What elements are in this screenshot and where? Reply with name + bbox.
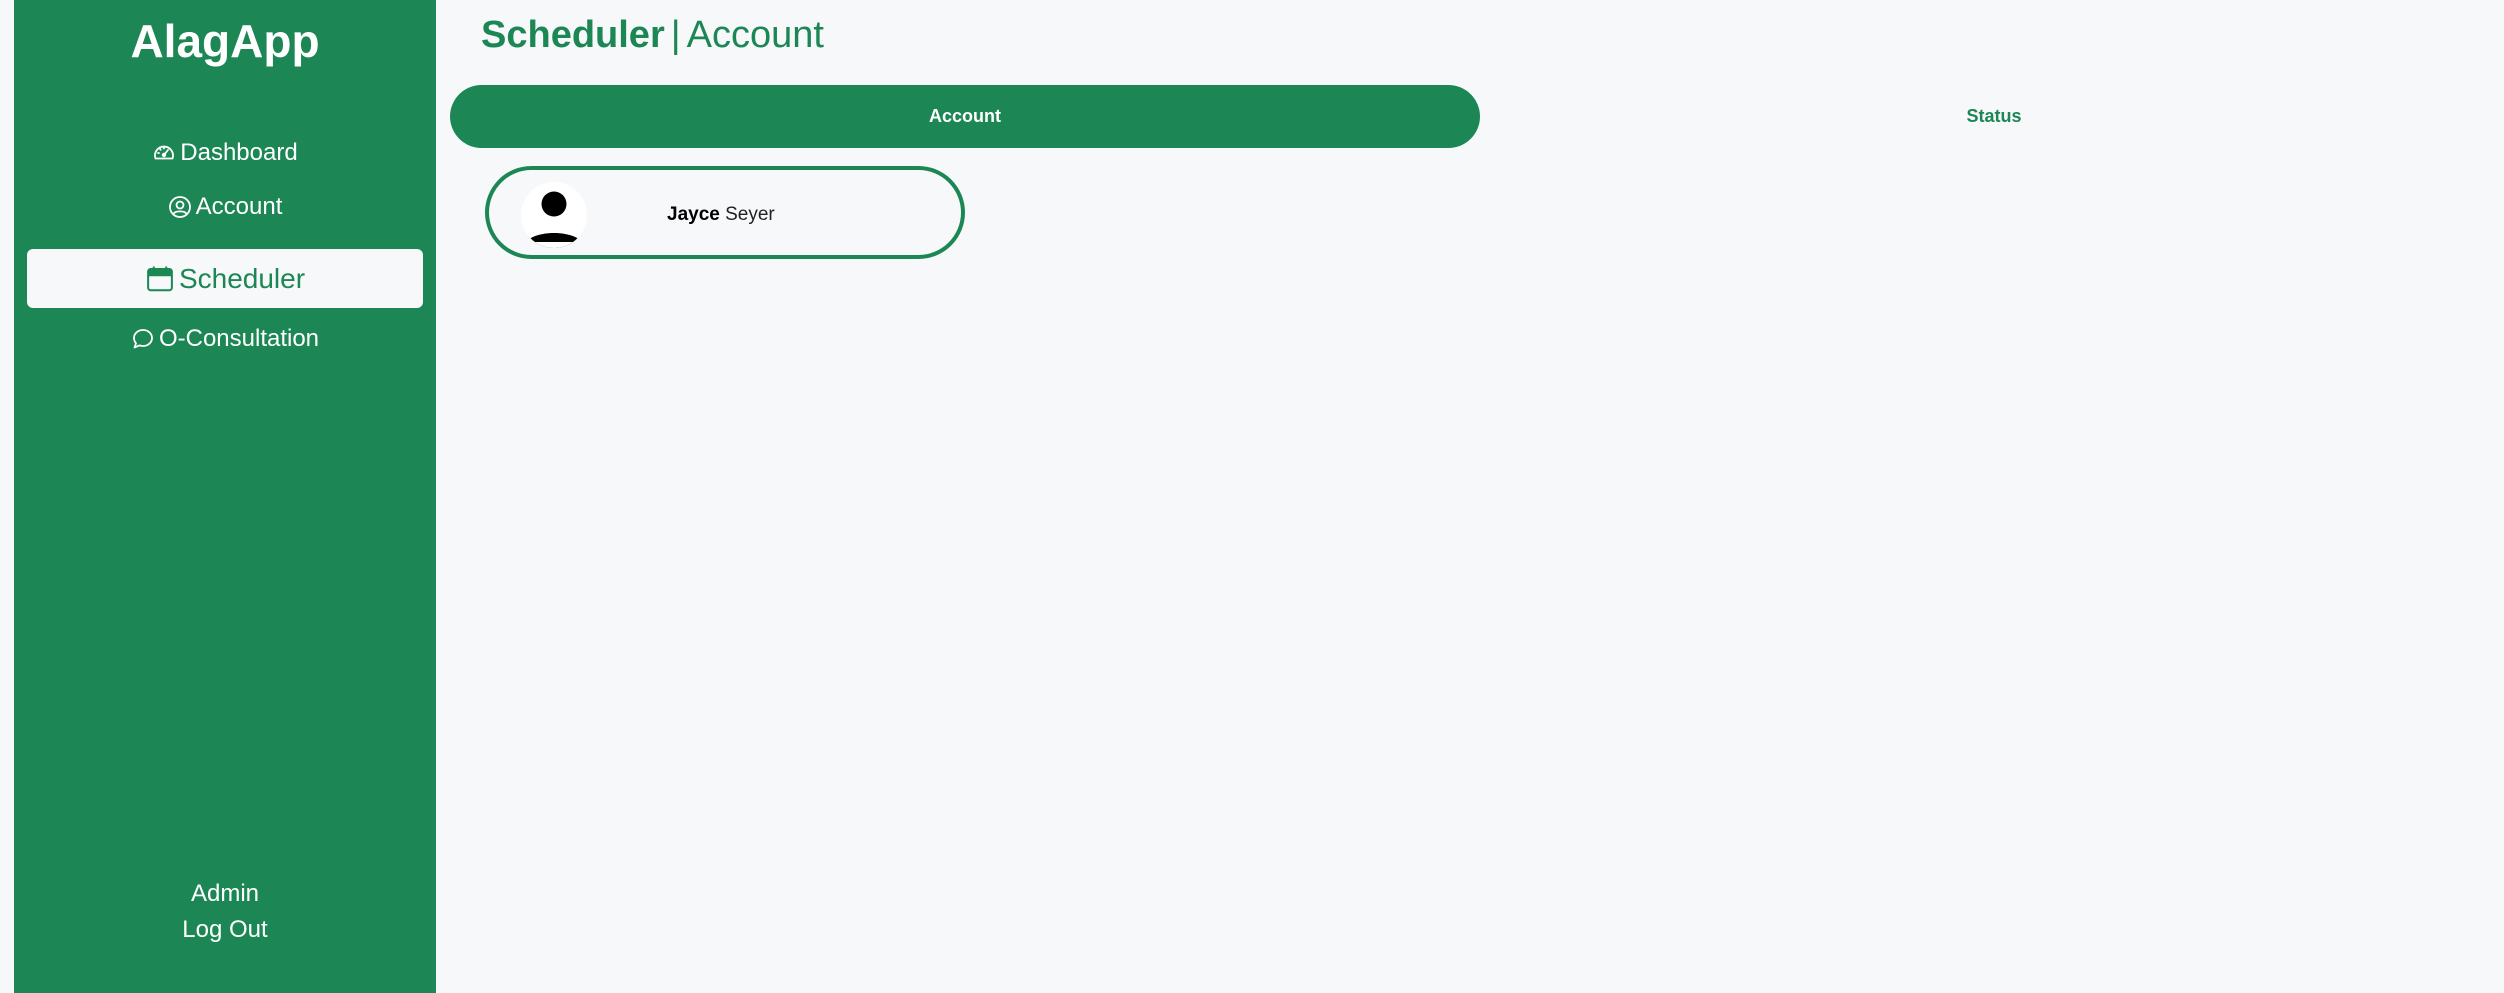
user-circle-icon: [168, 195, 192, 219]
user-last-name: Seyer: [725, 204, 775, 225]
sidebar-item-scheduler[interactable]: Scheduler: [27, 249, 423, 308]
sidebar-item-dashboard[interactable]: Dashboard: [27, 136, 423, 170]
sidebar-item-label: Dashboard: [180, 139, 298, 166]
app-title: AlagApp: [130, 15, 320, 67]
calendar-icon: [145, 264, 175, 294]
user-card[interactable]: Jayce Seyer: [485, 166, 965, 259]
logout-link[interactable]: Log Out: [14, 916, 436, 944]
page-title-subsection: Account: [686, 14, 824, 56]
sidebar-item-label: Account: [195, 193, 283, 220]
tab-account[interactable]: Account: [450, 85, 1480, 148]
sidebar-item-account[interactable]: Account: [27, 190, 423, 224]
chat-bubble-icon: [131, 327, 155, 351]
page-title: Scheduler | Account: [481, 14, 824, 57]
page-title-separator: |: [670, 14, 681, 56]
user-first-name: Jayce: [667, 204, 720, 225]
sidebar: AlagApp Dashboard Account Scheduler O-Co…: [14, 0, 436, 993]
speedometer-icon: [152, 141, 176, 165]
page-title-section: Scheduler: [481, 14, 665, 56]
tab-status[interactable]: Status: [1480, 85, 2504, 148]
sidebar-item-label: Scheduler: [178, 262, 306, 294]
sidebar-item-label: O-Consultation: [158, 325, 320, 352]
person-silhouette-icon: [521, 182, 587, 248]
admin-label: Admin: [190, 880, 260, 907]
user-name: Jayce Seyer: [667, 204, 775, 226]
sidebar-item-o-consultation[interactable]: O-Consultation: [27, 322, 423, 356]
